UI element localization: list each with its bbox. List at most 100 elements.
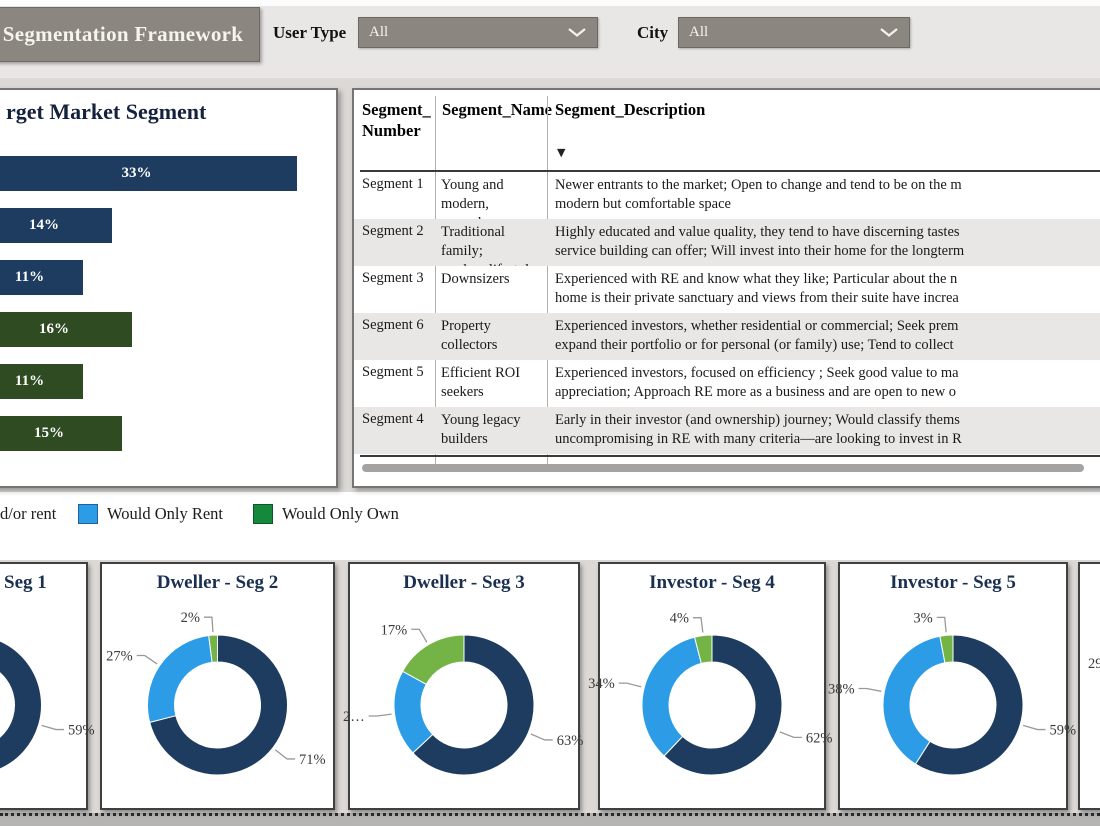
donut-data-label: 4% [670,611,689,627]
user-type-filter-label: User Type [273,23,346,43]
donut-chart[interactable]: 71% 27% 2% [102,590,333,804]
donut-data-label: 34% [588,676,615,692]
label-leader-line [137,656,157,664]
segment-number-cell: Segment 4 [354,407,434,454]
segment-number-cell: Segment 6 [354,313,434,360]
table-row[interactable]: Segment 2Traditional family;modern lifes… [354,219,1100,266]
legend-item[interactable]: Would Only Own [253,504,399,524]
donut-data-label: 59% [1050,723,1077,739]
segment-description-cell: Experienced investors, focused on effici… [547,360,1100,407]
donut-data-label: 29 [1088,656,1100,673]
bar-segment[interactable]: 11% [0,260,83,295]
city-filter-label: City [637,23,668,43]
page-break-dotted-line [0,813,1100,826]
bar-chart-panel: rget Market Segment 33% 14% 11% 16% 11% 15% [0,88,338,488]
table-row[interactable]: Segment 4Young legacybuildersEarly in th… [354,407,1100,454]
donut-slice[interactable] [0,635,42,775]
label-leader-line [204,617,213,632]
city-dropdown[interactable]: All [678,17,910,48]
table-row[interactable]: Segment 5Efficient ROI seekersExperience… [354,360,1100,407]
chevron-down-icon [879,27,899,38]
donut-panel-6: 29 [1078,562,1100,810]
sort-descending-icon[interactable]: ▼ [557,146,565,159]
bar-chart-plot: 33% 14% 11% 16% 11% 15% [0,156,297,468]
donut-data-label: 62% [806,730,833,746]
segment-table-panel: Segment_Number Segment_Name Segment_Desc… [352,88,1100,488]
segment-number-cell: Segment 1 [354,172,434,219]
legend-label: Would Only Own [282,504,399,524]
segment-number-cell: Segment 2 [354,219,434,266]
donut-panel-5: Investor - Seg 559%38%3% [838,562,1068,810]
segment-description-cell: Experienced with RE and know what they l… [547,266,1100,313]
segment-name-cell: Downsizers [434,266,547,313]
table-row[interactable]: Segment 6Property collectorsExperienced … [354,313,1100,360]
bar-segment[interactable]: 11% [0,364,83,399]
table-row[interactable]: Segment 3DownsizersExperienced with RE a… [354,266,1100,313]
donut-slice[interactable] [642,637,701,756]
column-header-segment-name[interactable]: Segment_Name [442,100,552,121]
bar-segment[interactable]: 14% [0,208,112,243]
table-horizontal-scrollbar[interactable] [362,464,1084,472]
segment-name-cell: Traditional family;modern lifestyle [434,219,547,266]
label-leader-line [411,629,427,642]
table-row[interactable]: Segment 1Young and modern,up-andcomersNe… [354,172,1100,219]
donut-panel-3: Dweller - Seg 363%2…17% [348,562,580,810]
donut-data-label: 59% [68,723,95,739]
label-leader-line [619,683,642,687]
label-leader-line [780,732,802,738]
legend-label: Would Only Rent [107,504,223,524]
segment-number-cell: Segment 3 [354,266,434,313]
donut-data-label: 17% [381,622,408,638]
column-header-segment-number[interactable]: Segment_Number [362,100,438,141]
donut-chart[interactable]: 59%38%3% [840,590,1066,804]
table-bottom-rule [360,455,1100,457]
chevron-down-icon [567,27,587,38]
bar-segment[interactable]: 15% [0,416,122,451]
donut-data-label: 3% [913,610,932,626]
donut-panel-4: Investor - Seg 462%34%4% [598,562,826,810]
segment-description-cell: Experienced investors, whether residenti… [547,313,1100,360]
legend-item[interactable]: d/or rent [0,504,56,524]
donut-data-label: 27% [106,649,133,665]
label-leader-line [275,750,295,759]
donut-chart[interactable]: 62%34%4% [600,590,824,804]
donut-data-label: 2% [181,610,200,626]
top-divider [0,0,1100,6]
donut-chart[interactable]: 59% [0,590,86,804]
donut-chart[interactable]: 63%2…17% [350,590,578,804]
donut-data-label: 38% [828,682,855,698]
user-type-dropdown-value: All [369,24,388,41]
donut-data-label: 71% [299,752,326,768]
report-title-button[interactable]: Segmentation Framework [0,7,260,62]
user-type-dropdown[interactable]: All [358,17,598,48]
label-leader-line [1023,725,1045,729]
segment-name-cell: Efficient ROI seekers [434,360,547,407]
segment-number-cell: Segment 5 [354,360,434,407]
donut-data-label: 63% [557,733,584,749]
label-leader-line [937,617,946,632]
segment-name-cell: Young and modern,up-andcomers [434,172,547,219]
segment-description-cell: Newer entrants to the market; Open to ch… [547,172,1100,219]
city-dropdown-value: All [689,24,708,41]
segment-description-cell: Highly educated and value quality, they … [547,219,1100,266]
legend-row: d/or rent Would Only Rent Would Only Own [0,492,1100,560]
donut-panel-2: Dweller - Seg 271%27%2% [100,562,335,810]
legend-label: d/or rent [0,504,56,524]
label-leader-line [42,725,64,729]
label-leader-line [859,689,882,692]
donut-data-label: 2… [343,709,365,725]
donut-slice[interactable] [148,636,213,723]
label-leader-line [693,618,703,633]
label-leader-line [531,734,553,740]
bar-segment[interactable]: 33% [0,156,297,191]
table-body: Segment 1Young and modern,up-andcomersNe… [354,172,1100,454]
bar-chart-title: rget Market Segment [6,99,206,125]
column-header-segment-description[interactable]: Segment_Description [555,100,705,121]
bar-segment[interactable]: 16% [0,312,132,347]
donut-panel-1: Seg 159% [0,562,88,810]
label-leader-line [369,714,392,716]
donut-slice[interactable] [403,635,464,684]
segment-name-cell: Young legacybuilders [434,407,547,454]
segment-description-cell: Early in their investor (and ownership) … [547,407,1100,454]
legend-item[interactable]: Would Only Rent [78,504,223,524]
